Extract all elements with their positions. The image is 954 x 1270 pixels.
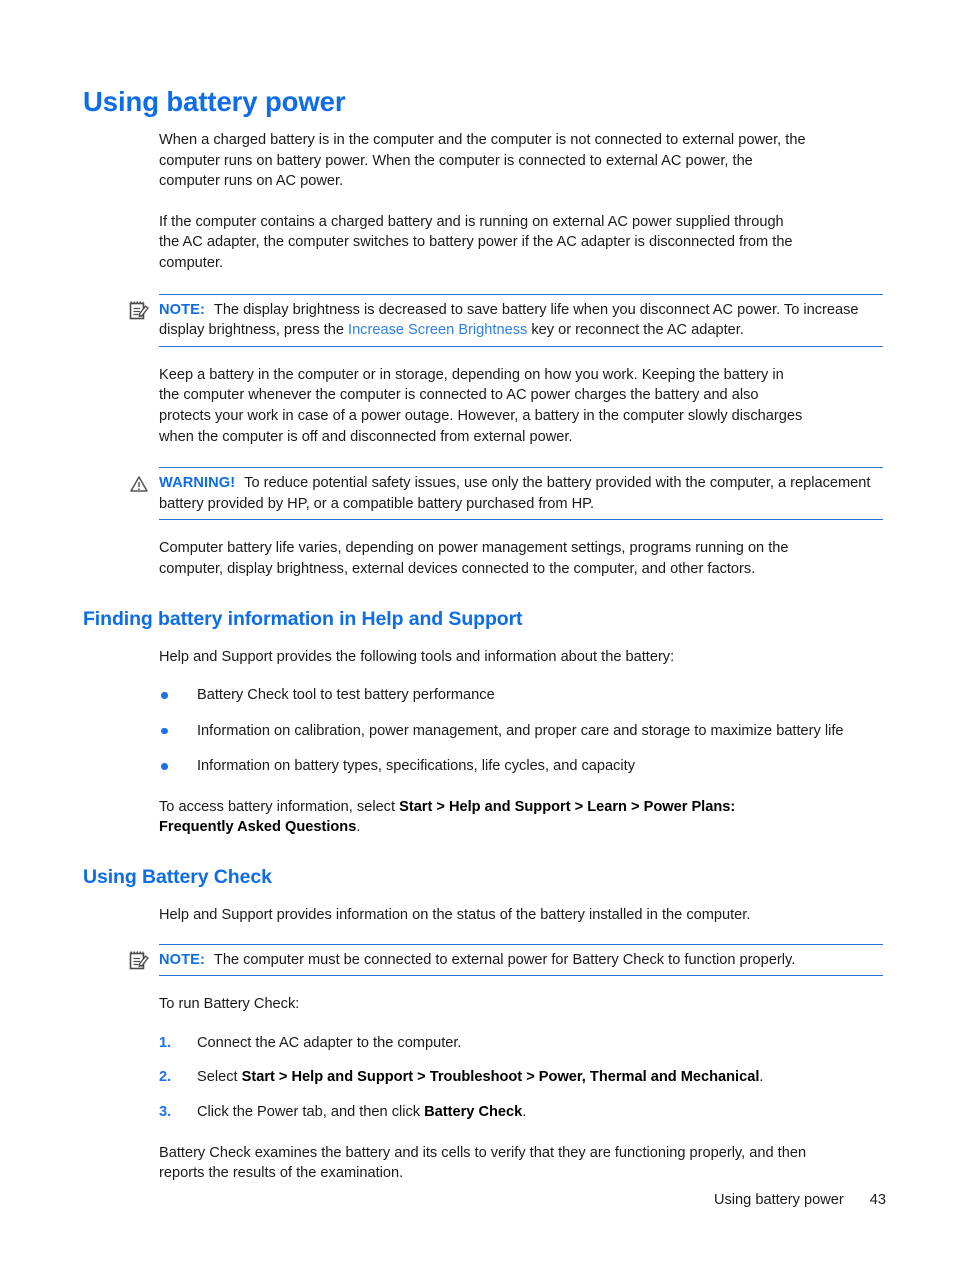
step-text-prefix: Select bbox=[197, 1069, 242, 1086]
battery-info-bullet-list: Battery Check tool to test battery perfo… bbox=[83, 685, 883, 777]
step-text-bold: Battery Check bbox=[424, 1104, 523, 1121]
list-item: 2. Select Start > Help and Support > Tro… bbox=[159, 1067, 883, 1088]
note-text: NOTE: The computer must be connected to e… bbox=[159, 950, 883, 971]
footer-page-number: 43 bbox=[869, 1192, 886, 1208]
paragraph-help-support-intro: Help and Support provides the following … bbox=[159, 648, 675, 665]
note-pencil-icon bbox=[128, 951, 152, 973]
note-label: NOTE: bbox=[159, 951, 205, 968]
warning-text: WARNING! To reduce potential safety issue… bbox=[159, 473, 883, 514]
access-prefix-text: To access battery information, select bbox=[159, 798, 400, 815]
bullet-dot-icon bbox=[161, 763, 168, 770]
warning-body-text: To reduce potential safety issues, use o… bbox=[159, 475, 871, 512]
list-item: Information on calibration, power manage… bbox=[159, 721, 883, 742]
paragraph-storage: Keep a battery in the computer or in sto… bbox=[159, 366, 803, 445]
step-number: 3. bbox=[159, 1104, 172, 1121]
page-footer: Using battery power 43 bbox=[0, 1192, 954, 1208]
paragraph-intro-2: If the computer contains a charged batte… bbox=[159, 213, 793, 271]
note-callout-brightness: NOTE: The display brightness is decreased… bbox=[129, 293, 883, 347]
warning-callout-battery: WARNING! To reduce potential safety issue… bbox=[130, 467, 883, 521]
paragraph-battery-check-intro: Help and Support provides information on… bbox=[159, 907, 751, 924]
note-text: NOTE: The display brightness is decreased… bbox=[159, 300, 883, 341]
note-body-text: The computer must be connected to extern… bbox=[213, 951, 796, 968]
note-label: NOTE: bbox=[159, 301, 205, 318]
increase-screen-brightness-link[interactable]: Increase Screen Brightness bbox=[348, 322, 527, 338]
paragraph-battery-check-closing: Battery Check examines the battery and i… bbox=[159, 1144, 807, 1182]
paragraph-intro-1: When a charged battery is in the compute… bbox=[159, 132, 806, 190]
list-item: 1. Connect the AC adapter to the compute… bbox=[159, 1033, 883, 1054]
list-item: Information on battery types, specificat… bbox=[159, 756, 883, 777]
list-item-label: Information on calibration, power manage… bbox=[197, 722, 844, 739]
document-page: Using battery power When a charged batte… bbox=[0, 0, 954, 1270]
list-item-label: Battery Check tool to test battery perfo… bbox=[197, 687, 495, 704]
list-item-label: Information on battery types, specificat… bbox=[197, 758, 636, 775]
warning-label: WARNING! bbox=[159, 475, 236, 492]
step-text-suffix: . bbox=[522, 1104, 527, 1121]
paragraph-battery-life: Computer battery life varies, depending … bbox=[159, 540, 789, 577]
bullet-dot-icon bbox=[161, 727, 168, 735]
paragraph-run-battery-check-label: To run Battery Check: bbox=[159, 996, 300, 1013]
access-suffix-text: . bbox=[356, 819, 361, 836]
list-item: 3. Click the Power tab, and then click B… bbox=[159, 1102, 883, 1123]
footer-section-label: Using battery power bbox=[713, 1192, 844, 1208]
bullet-dot-icon bbox=[161, 692, 168, 699]
step-text-prefix: Click the Power tab, and then click bbox=[197, 1104, 425, 1121]
note-pencil-icon bbox=[128, 301, 152, 323]
list-item: Battery Check tool to test battery perfo… bbox=[159, 685, 883, 706]
section-heading-using-battery-check: Using Battery Check bbox=[83, 866, 272, 889]
step-text-prefix: Connect the AC adapter to the computer. bbox=[197, 1034, 462, 1051]
step-number: 2. bbox=[159, 1069, 172, 1086]
warning-triangle-icon bbox=[128, 474, 152, 496]
note-text-after-link: key or reconnect the AC adapter. bbox=[527, 322, 744, 339]
step-number: 1. bbox=[159, 1034, 172, 1051]
note-callout-external-power: NOTE: The computer must be connected to e… bbox=[129, 943, 883, 977]
page-title: Using battery power bbox=[83, 86, 346, 117]
paragraph-access-battery-information: To access battery information, select St… bbox=[83, 797, 807, 838]
step-text-suffix: . bbox=[759, 1069, 764, 1086]
battery-check-steps-list: 1. Connect the AC adapter to the compute… bbox=[83, 1033, 883, 1123]
section-heading-finding-battery-information: Finding battery information in Help and … bbox=[83, 607, 523, 630]
page-content: When a charged battery is in the compute… bbox=[83, 130, 883, 1184]
step-text-bold: Start > Help and Support > Troubleshoot … bbox=[241, 1069, 760, 1086]
